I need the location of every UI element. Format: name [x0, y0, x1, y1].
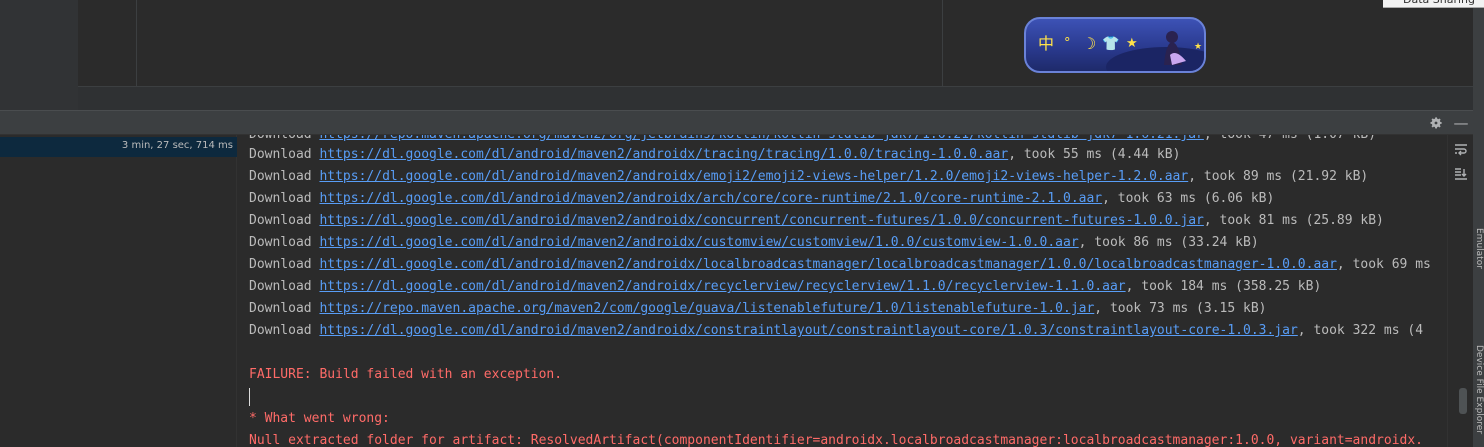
- console-line: Download https://dl.google.com/dl/androi…: [249, 188, 1274, 210]
- console-line: Download https://dl.google.com/dl/androi…: [249, 144, 1180, 166]
- line-prefix: Download: [249, 235, 320, 250]
- shirt-icon[interactable]: 👕: [1102, 34, 1119, 54]
- emulator-side-tab[interactable]: Emulator: [1475, 228, 1484, 298]
- line-suffix: , took 73 ms (3.15 kB): [1094, 301, 1267, 316]
- minus-icon[interactable]: —: [1452, 114, 1470, 132]
- line-suffix: , took 322 ms (4: [1297, 323, 1424, 338]
- console-line: Download https://dl.google.com/dl/androi…: [249, 254, 1431, 276]
- scroll-to-end-icon[interactable]: [1452, 167, 1470, 185]
- console-line: Download https://dl.google.com/dl/androi…: [249, 232, 1259, 254]
- error-detail: Null extracted folder for artifact: Reso…: [249, 433, 1423, 447]
- download-link[interactable]: https://dl.google.com/dl/android/maven2/…: [319, 323, 1297, 338]
- soft-wrap-icon[interactable]: [1452, 143, 1470, 161]
- line-prefix: Download: [249, 169, 320, 184]
- gear-icon[interactable]: [1427, 114, 1445, 132]
- moon-icon[interactable]: ☽: [1082, 34, 1096, 54]
- build-tree-panel: 3 min, 27 sec, 714 ms: [0, 135, 237, 447]
- what-went-wrong-heading: * What went wrong:: [249, 411, 390, 426]
- console-scrollbar-thumb[interactable]: [1459, 388, 1467, 414]
- download-link[interactable]: https://dl.google.com/dl/android/maven2/…: [319, 147, 1008, 162]
- console-toolbar: [1447, 135, 1473, 447]
- build-console-output[interactable]: Download https://repo.maven.apache.org/m…: [237, 135, 1447, 447]
- download-link[interactable]: https://dl.google.com/dl/android/maven2/…: [319, 235, 1078, 250]
- line-suffix: , took 69 ms: [1336, 257, 1431, 272]
- download-link[interactable]: https://repo.maven.apache.org/maven2/com…: [319, 301, 1094, 316]
- download-link[interactable]: https://dl.google.com/dl/android/maven2/…: [319, 169, 1188, 184]
- build-tree-row-selected[interactable]: 3 min, 27 sec, 714 ms: [0, 137, 237, 157]
- line-prefix: Download: [249, 301, 320, 316]
- download-link[interactable]: https://dl.google.com/dl/android/maven2/…: [319, 191, 1102, 206]
- download-link[interactable]: https://dl.google.com/dl/android/maven2/…: [319, 279, 1125, 294]
- console-line: Download https://repo.maven.apache.org/m…: [249, 298, 1266, 320]
- console-line: Download https://dl.google.com/dl/androi…: [249, 320, 1423, 342]
- editor-status-strip: [78, 86, 1473, 111]
- data-sharing-tab[interactable]: Data Sharing: [1383, 0, 1484, 8]
- editor-pane-right[interactable]: [943, 0, 1473, 86]
- text-caret: [249, 388, 250, 406]
- line-prefix: Download: [249, 323, 320, 338]
- editor-pane-left[interactable]: [137, 0, 943, 86]
- line-prefix: Download: [249, 191, 320, 206]
- editor-line-gutter: [78, 0, 137, 86]
- build-duration-label: 3 min, 27 sec, 714 ms: [121, 140, 233, 151]
- download-link[interactable]: https://dl.google.com/dl/android/maven2/…: [319, 213, 1203, 228]
- line-prefix: Download: [249, 257, 320, 272]
- device-file-explorer-side-tab[interactable]: Device File Explorer: [1475, 345, 1484, 447]
- line-prefix: Download: [249, 213, 320, 228]
- line-suffix: , took 89 ms (21.92 kB): [1188, 169, 1369, 184]
- console-line: Download https://dl.google.com/dl/androi…: [249, 210, 1384, 232]
- line-prefix: Download: [249, 147, 320, 162]
- build-tool-window-header: —: [0, 110, 1473, 135]
- ide-window: Data Sharing 中 ° ☽ 👕 ★ ★ — 3 min, 27 sec…: [0, 0, 1484, 447]
- line-suffix: , took 63 ms (6.06 kB): [1102, 191, 1275, 206]
- chinese-input-icon[interactable]: 中: [1038, 34, 1054, 54]
- console-line: Download https://dl.google.com/dl/androi…: [249, 276, 1321, 298]
- star-icon[interactable]: ★: [1126, 34, 1138, 54]
- right-tool-stripe-top: [1473, 0, 1484, 110]
- editor-left-gutter: [0, 0, 78, 110]
- line-suffix: , took 184 ms (358.25 kB): [1125, 279, 1322, 294]
- line-prefix: Download: [249, 279, 320, 294]
- line-suffix: , took 86 ms (33.24 kB): [1078, 235, 1259, 250]
- download-link[interactable]: https://dl.google.com/dl/android/maven2/…: [319, 257, 1336, 272]
- girl-silhouette-icon: [1164, 31, 1186, 65]
- failure-message: FAILURE: Build failed with an exception.: [249, 367, 563, 382]
- editor-area: Data Sharing: [0, 0, 1484, 111]
- line-suffix: , took 81 ms (25.89 kB): [1203, 213, 1384, 228]
- small-star-icon: ★: [1194, 42, 1203, 52]
- punctuation-icon[interactable]: °: [1064, 34, 1071, 54]
- line-suffix: , took 55 ms (4.44 kB): [1008, 147, 1181, 162]
- ime-skin-widget[interactable]: 中 ° ☽ 👕 ★ ★: [1024, 17, 1206, 73]
- console-line: Download https://dl.google.com/dl/androi…: [249, 166, 1368, 188]
